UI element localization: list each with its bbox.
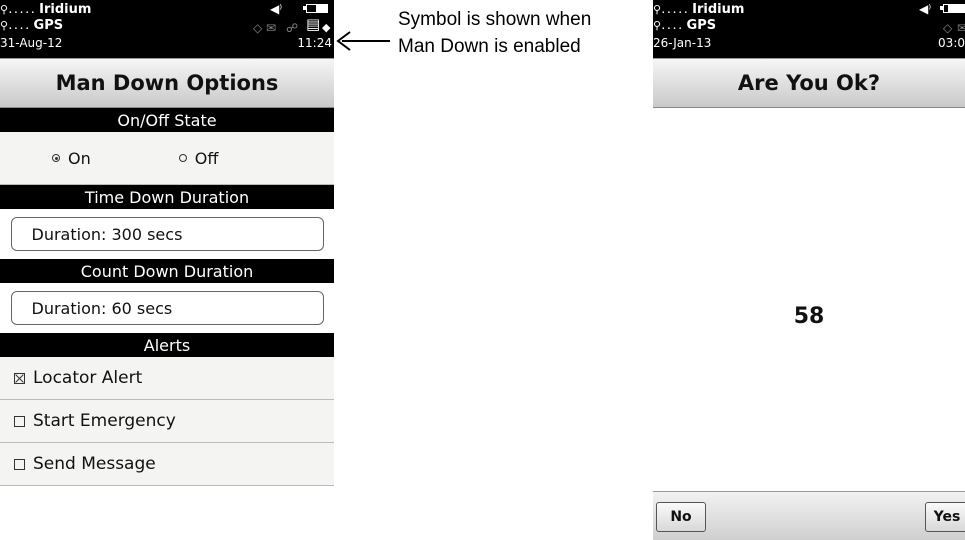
bottom-action-bar: No Yes: [653, 491, 965, 540]
checkbox-checked-icon: [14, 372, 25, 384]
count-down-duration-field[interactable]: Duration: 60 secs: [10, 291, 324, 325]
annotation-arrow-icon: [336, 31, 390, 51]
signal-icon: ⚲.....: [653, 3, 689, 16]
checkbox-label: Start Emergency: [33, 411, 176, 431]
iridium-status: ⚲..... Iridium: [0, 2, 91, 17]
time-down-row: Duration: 300 secs: [0, 209, 334, 259]
status-bar: ⚲..... Iridium ⚲.... GPS 31-Aug-12 ◀⁾ ◇ …: [0, 0, 334, 58]
yes-button[interactable]: Yes: [925, 502, 965, 532]
onoff-state-header: On/Off State: [0, 108, 334, 132]
date: 26-Jan-13: [653, 36, 712, 50]
gps-status: ⚲.... GPS: [653, 18, 716, 33]
page-title: Man Down Options: [0, 58, 334, 108]
signal-icon: ⚲....: [0, 19, 31, 32]
gps-diamond-icon: ◇: [943, 21, 953, 35]
checkbox-label: Locator Alert: [33, 368, 143, 388]
network-name-iridium: Iridium: [39, 2, 92, 17]
man-down-icon: ▤: [306, 15, 321, 33]
are-you-ok-screen: ⚲..... Iridium ⚲.... GPS 26-Jan-13 ◀⁾ ◇ …: [653, 0, 965, 540]
time-down-header: Time Down Duration: [0, 185, 334, 209]
status-bar: ⚲..... Iridium ⚲.... GPS 26-Jan-13 ◀⁾ ◇ …: [653, 0, 965, 58]
count-down-header: Count Down Duration: [0, 259, 334, 283]
countdown-value: 58: [793, 304, 825, 329]
gps-status: ⚲.... GPS: [0, 18, 63, 33]
send-message-checkbox[interactable]: Send Message: [0, 443, 334, 486]
page-title: Are You Ok?: [653, 58, 965, 108]
checkbox-label: Send Message: [33, 454, 156, 474]
radio-unselected-icon: [178, 154, 187, 162]
battery-icon: [940, 4, 965, 13]
speaker-icon: ◀⁾: [270, 2, 283, 16]
message-icon: ✉: [957, 21, 965, 35]
network-name-gps: GPS: [33, 18, 64, 33]
iridium-status: ⚲..... Iridium: [653, 2, 744, 17]
off-label: Off: [194, 148, 219, 168]
checkbox-empty-icon: [14, 415, 25, 427]
speaker-icon: ◀⁾: [919, 2, 932, 16]
signal-icon: ⚲.....: [0, 3, 36, 16]
network-icon: ☍: [286, 21, 299, 35]
clock: 11:24: [297, 36, 332, 50]
start-emergency-checkbox[interactable]: Start Emergency: [0, 400, 334, 443]
annotation-text: Symbol is shown when Man Down is enabled: [398, 9, 592, 57]
count-down-row: Duration: 60 secs: [0, 283, 334, 333]
clock: 03:0: [938, 36, 965, 50]
time-down-duration-field[interactable]: Duration: 300 secs: [10, 217, 324, 251]
network-name-iridium: Iridium: [692, 2, 745, 17]
on-radio[interactable]: On: [52, 149, 91, 168]
off-radio[interactable]: Off: [178, 148, 219, 168]
network-name-gps: GPS: [686, 18, 717, 33]
alerts-header: Alerts: [0, 333, 334, 357]
locator-alert-checkbox[interactable]: Locator Alert: [0, 357, 334, 400]
arrow-bullet-icon: ◆: [322, 21, 331, 34]
date: 31-Aug-12: [0, 36, 63, 50]
gps-diamond-icon: ◇: [253, 21, 263, 35]
battery-icon: [303, 4, 328, 13]
onoff-radio-group: On Off: [0, 132, 334, 185]
man-down-options-screen: ⚲..... Iridium ⚲.... GPS 31-Aug-12 ◀⁾ ◇ …: [0, 0, 334, 540]
message-icon: ✉: [266, 21, 277, 35]
on-label: On: [68, 148, 91, 168]
no-button[interactable]: No: [656, 502, 706, 532]
checkbox-empty-icon: [14, 458, 25, 470]
radio-selected-icon: [52, 154, 60, 162]
signal-icon: ⚲....: [653, 19, 684, 32]
